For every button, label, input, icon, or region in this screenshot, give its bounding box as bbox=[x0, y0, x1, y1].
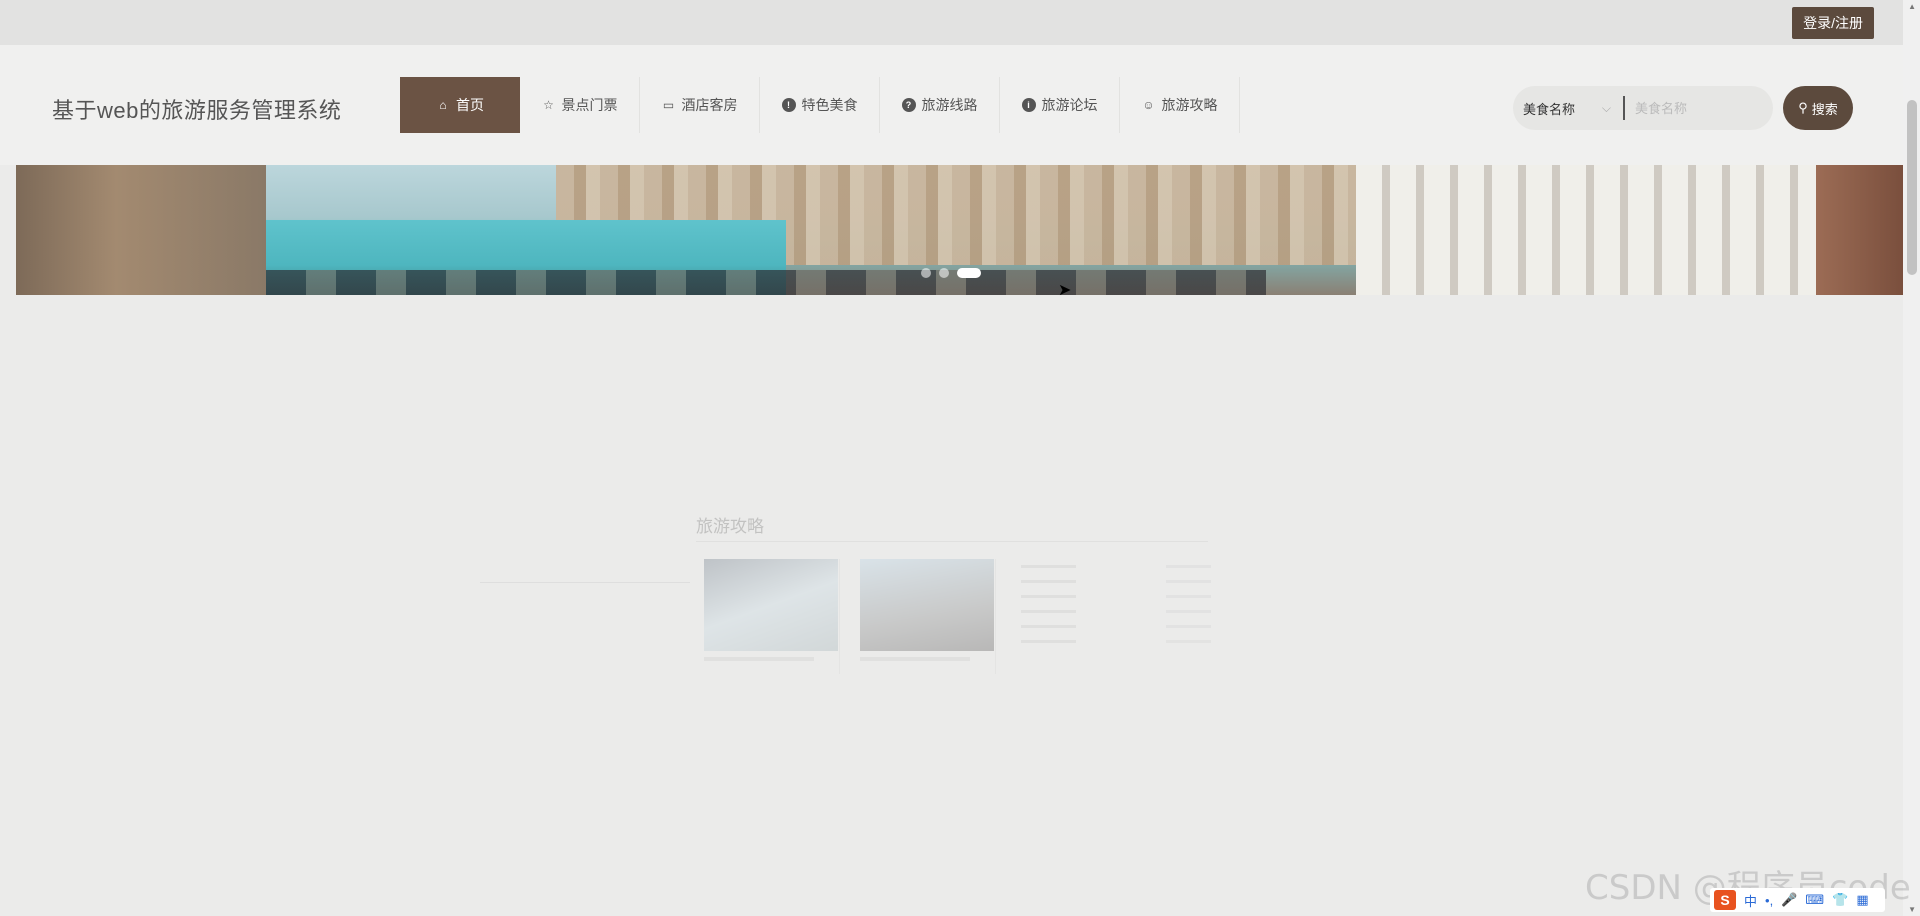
keyboard-icon[interactable]: ⌨ bbox=[1805, 892, 1824, 908]
login-register-button[interactable]: 登录/注册 bbox=[1792, 7, 1874, 39]
search-button-label: 搜索 bbox=[1811, 101, 1838, 117]
star-icon: ☆ bbox=[543, 98, 554, 112]
list-item[interactable] bbox=[1021, 604, 1211, 619]
nav-item-label: 旅游论坛 bbox=[1041, 97, 1098, 113]
scroll-up-icon[interactable]: ▲ bbox=[1908, 2, 1916, 11]
banner-image-right bbox=[1356, 165, 1826, 295]
nav-item-hotels[interactable]: ▭ 酒店客房 bbox=[640, 77, 760, 133]
banner-carousel[interactable] bbox=[16, 165, 1903, 295]
nav-item-label: 首页 bbox=[456, 97, 484, 113]
banner-image-left bbox=[16, 165, 266, 295]
nav-item-label: 景点门票 bbox=[561, 97, 618, 113]
carousel-dot-active[interactable] bbox=[957, 268, 981, 278]
mouse-cursor-icon: ➤ bbox=[1058, 282, 1072, 299]
scroll-thumb[interactable] bbox=[1907, 100, 1917, 275]
nav-item-label: 旅游攻略 bbox=[1161, 97, 1218, 113]
nav-item-tickets[interactable]: ☆ 景点门票 bbox=[520, 77, 640, 133]
banner-image-boats bbox=[266, 270, 1266, 295]
guide-card[interactable] bbox=[860, 559, 996, 674]
guide-list bbox=[1021, 559, 1211, 649]
banner-image-far-right bbox=[1816, 165, 1903, 295]
nav-item-forum[interactable]: i 旅游论坛 bbox=[1000, 77, 1120, 133]
nav-item-home[interactable]: ⌂ 首页 bbox=[400, 77, 520, 133]
nav-item-label: 旅游线路 bbox=[921, 97, 978, 113]
top-bar: 登录/注册 bbox=[0, 0, 1903, 45]
search-button[interactable]: ⚲ 搜索 bbox=[1783, 86, 1853, 130]
nav-item-guides[interactable]: ☺ 旅游攻略 bbox=[1120, 77, 1240, 133]
list-item[interactable] bbox=[1021, 574, 1211, 589]
list-item[interactable] bbox=[1021, 589, 1211, 604]
ime-toolbar: S 中 •, 🎤 ⌨ 👕 ▦ bbox=[1710, 888, 1885, 912]
skin-icon[interactable]: 👕 bbox=[1832, 892, 1848, 908]
smile-icon: ☺ bbox=[1142, 98, 1155, 112]
search-icon: ⚲ bbox=[1798, 100, 1808, 115]
microphone-icon[interactable]: 🎤 bbox=[1781, 892, 1797, 908]
guide-card-image bbox=[704, 559, 838, 651]
list-item[interactable] bbox=[1021, 559, 1211, 574]
nav-item-food[interactable]: ! 特色美食 bbox=[760, 77, 880, 133]
search-input[interactable] bbox=[1635, 100, 1755, 116]
vertical-scrollbar[interactable]: ▲ ▼ bbox=[1903, 0, 1920, 916]
section-title: 旅游攻略 bbox=[696, 512, 1208, 542]
punctuation-icon[interactable]: •, bbox=[1765, 893, 1773, 908]
question-icon: ? bbox=[901, 98, 916, 112]
nav-item-label: 特色美食 bbox=[801, 97, 858, 113]
search-select-value: 美食名称 bbox=[1523, 101, 1576, 117]
info-icon: ! bbox=[781, 98, 796, 112]
guide-card[interactable] bbox=[704, 559, 840, 674]
list-item[interactable] bbox=[1021, 634, 1211, 649]
nav-item-routes[interactable]: ? 旅游线路 bbox=[880, 77, 1000, 133]
header: 基于web的旅游服务管理系统 ⌂ 首页 ☆ 景点门票 ▭ 酒店客房 ! 特色美食… bbox=[0, 45, 1903, 165]
guide-card-caption bbox=[704, 657, 814, 661]
guide-card-caption bbox=[860, 657, 970, 661]
carousel-indicators bbox=[921, 268, 981, 278]
search-bar: 美食名称 ⌵ bbox=[1513, 86, 1773, 130]
divider bbox=[480, 582, 690, 583]
carousel-dot[interactable] bbox=[921, 268, 931, 278]
sogou-logo-icon[interactable]: S bbox=[1714, 890, 1736, 910]
search-field-select[interactable]: 美食名称 ⌵ bbox=[1513, 96, 1625, 120]
carousel-dot[interactable] bbox=[939, 268, 949, 278]
site-title[interactable]: 基于web的旅游服务管理系统 bbox=[52, 93, 341, 125]
list-item[interactable] bbox=[1021, 619, 1211, 634]
guide-section: 旅游攻略 bbox=[696, 512, 1211, 674]
nav-item-label: 酒店客房 bbox=[681, 97, 738, 113]
main-nav: ⌂ 首页 ☆ 景点门票 ▭ 酒店客房 ! 特色美食 ? 旅游线路 i 旅游论坛 … bbox=[400, 77, 1240, 133]
info-icon: i bbox=[1021, 98, 1036, 112]
ime-language-label[interactable]: 中 bbox=[1744, 891, 1757, 910]
bag-icon: ▭ bbox=[662, 98, 675, 112]
chevron-down-icon: ⌵ bbox=[1601, 100, 1611, 115]
guide-card-image bbox=[860, 559, 994, 651]
grid-icon[interactable]: ▦ bbox=[1856, 892, 1868, 908]
home-icon: ⌂ bbox=[439, 98, 447, 112]
